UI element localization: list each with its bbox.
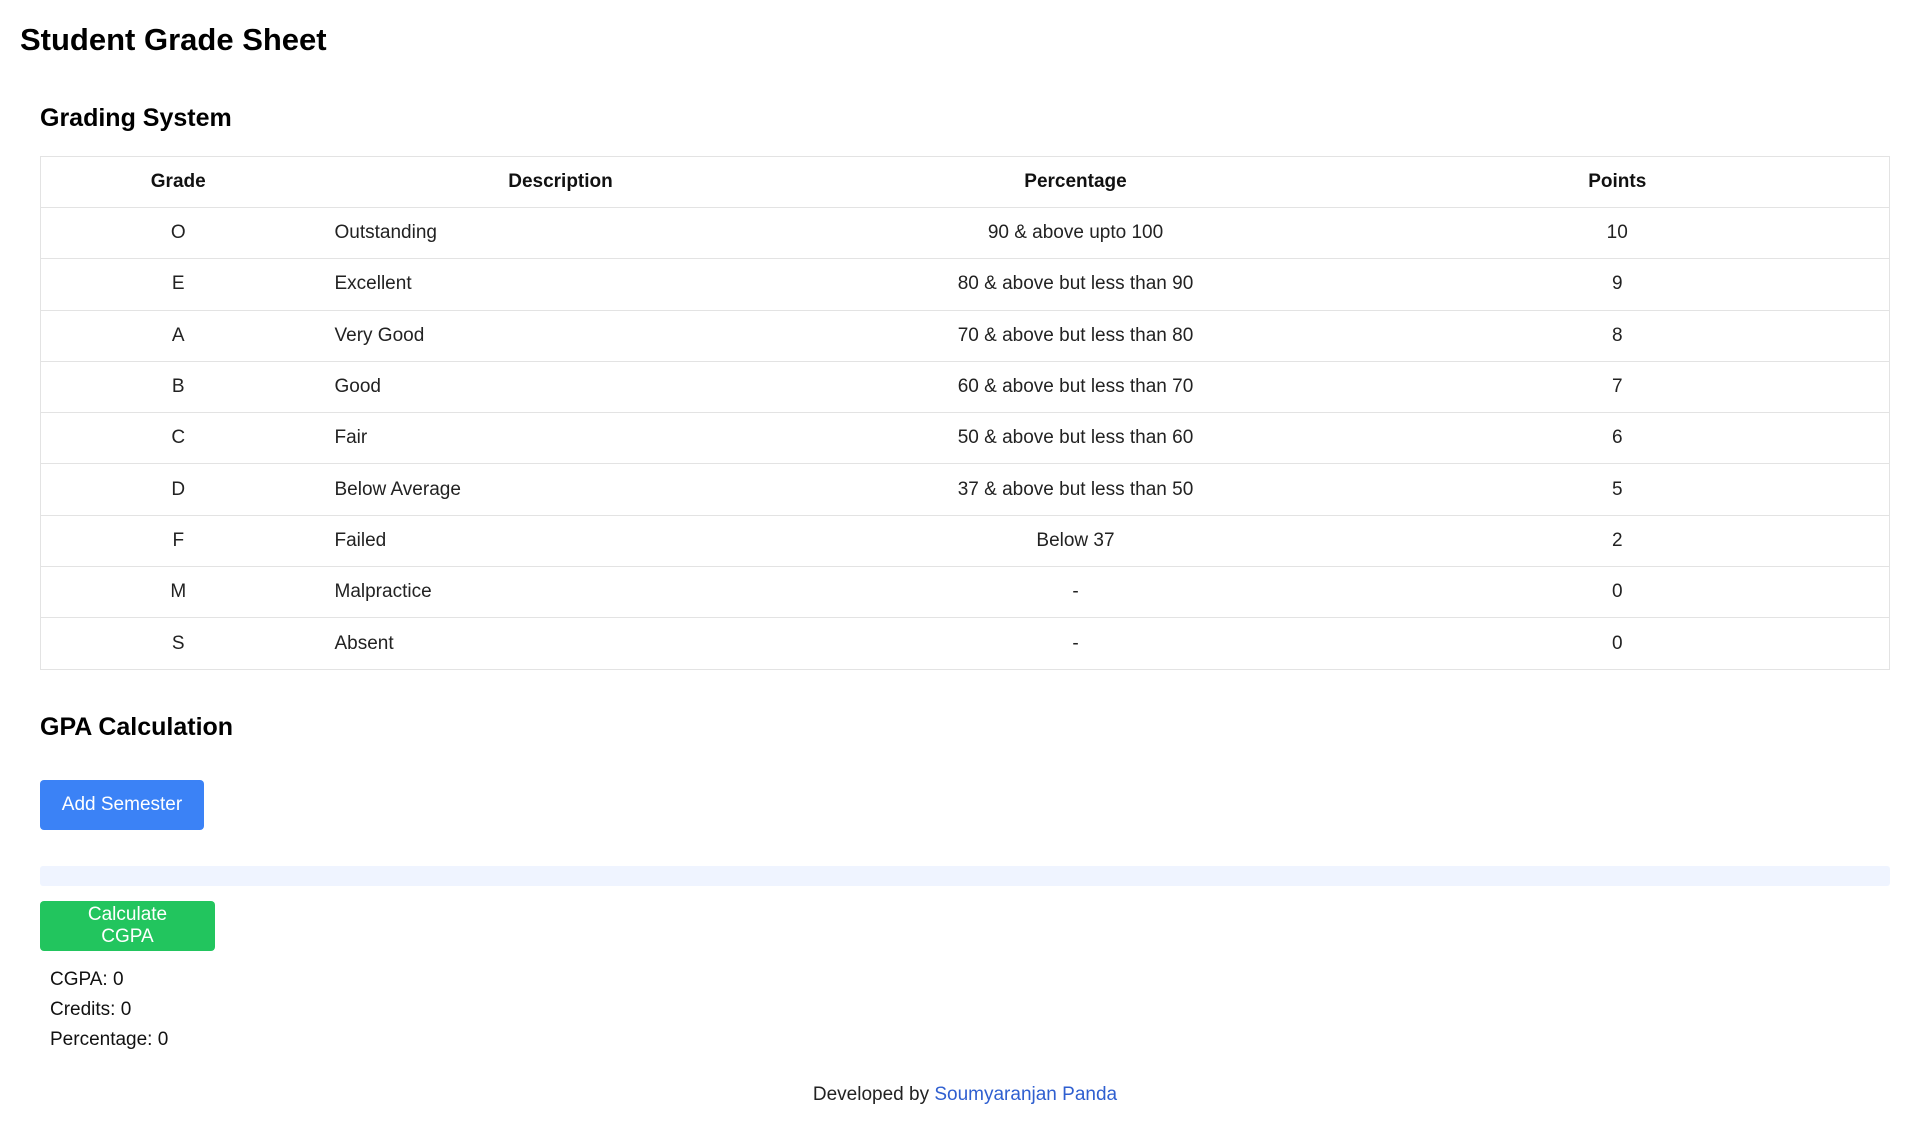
cell-description: Very Good bbox=[315, 309, 806, 362]
page: Student Grade Sheet Grading System Grade… bbox=[0, 0, 1920, 1126]
page-title: Student Grade Sheet bbox=[20, 22, 327, 57]
credits-value: Credits: 0 bbox=[50, 999, 132, 1020]
semesters-container bbox=[40, 866, 1890, 886]
table-row: E Excellent 80 & above but less than 90 … bbox=[40, 258, 1890, 311]
cell-grade: B bbox=[40, 360, 316, 413]
grading-table: Grade Description Percentage Points O Ou… bbox=[40, 156, 1890, 670]
footer-prefix: Developed by bbox=[812, 1084, 930, 1105]
cell-percentage: - bbox=[805, 617, 1346, 670]
cell-description: Fair bbox=[315, 412, 806, 464]
cell-points: 7 bbox=[1345, 360, 1890, 413]
cell-grade: D bbox=[40, 463, 316, 516]
table-row: D Below Average 37 & above but less than… bbox=[40, 463, 1890, 516]
cell-description: Malpractice bbox=[315, 566, 806, 618]
cell-description: Good bbox=[315, 360, 806, 413]
table-row: B Good 60 & above but less than 70 7 bbox=[40, 360, 1890, 413]
cell-points: 0 bbox=[1345, 617, 1890, 670]
table-row: M Malpractice - 0 bbox=[40, 566, 1890, 618]
cell-points: 10 bbox=[1345, 206, 1890, 259]
cell-points: 5 bbox=[1345, 463, 1890, 516]
cell-percentage: 80 & above but less than 90 bbox=[805, 258, 1346, 311]
table-header-row: Grade Description Percentage Points bbox=[40, 156, 1890, 208]
cell-percentage: 50 & above but less than 60 bbox=[805, 412, 1346, 464]
grading-system-title: Grading System bbox=[40, 104, 232, 132]
header-description: Description bbox=[315, 156, 806, 208]
cell-grade: O bbox=[40, 206, 316, 259]
cell-description: Excellent bbox=[315, 258, 806, 311]
table-row: F Failed Below 37 2 bbox=[40, 514, 1890, 567]
cell-description: Absent bbox=[315, 617, 806, 670]
cell-grade: A bbox=[40, 309, 316, 362]
cell-grade: C bbox=[40, 412, 316, 464]
cell-points: 0 bbox=[1345, 566, 1890, 618]
add-semester-button[interactable]: Add Semester bbox=[40, 780, 204, 830]
cell-points: 6 bbox=[1345, 412, 1890, 464]
cell-points: 8 bbox=[1345, 309, 1890, 362]
cell-points: 2 bbox=[1345, 514, 1890, 567]
calculate-cgpa-button[interactable]: Calculate CGPA bbox=[40, 901, 215, 951]
table-row: O Outstanding 90 & above upto 100 10 bbox=[40, 206, 1890, 259]
table-row: C Fair 50 & above but less than 60 6 bbox=[40, 412, 1890, 464]
author-link[interactable]: Soumyaranjan Panda bbox=[934, 1084, 1117, 1105]
cell-grade: M bbox=[40, 566, 316, 618]
cell-grade: F bbox=[40, 514, 316, 567]
gpa-calculation-title: GPA Calculation bbox=[40, 713, 234, 741]
cell-percentage: 70 & above but less than 80 bbox=[805, 309, 1346, 362]
cgpa-value: CGPA: 0 bbox=[50, 969, 124, 990]
header-grade: Grade bbox=[40, 156, 316, 208]
percentage-value: Percentage: 0 bbox=[50, 1029, 169, 1050]
table-row: A Very Good 70 & above but less than 80 … bbox=[40, 309, 1890, 362]
cell-percentage: 90 & above upto 100 bbox=[805, 206, 1346, 259]
cell-percentage: - bbox=[805, 566, 1346, 618]
cell-description: Below Average bbox=[315, 463, 806, 516]
footer: Developed by Soumyaranjan Panda bbox=[0, 1084, 1920, 1106]
table-row: S Absent - 0 bbox=[40, 617, 1890, 670]
cell-percentage: Below 37 bbox=[805, 514, 1346, 567]
header-percentage: Percentage bbox=[805, 156, 1346, 208]
cell-percentage: 37 & above but less than 50 bbox=[805, 463, 1346, 516]
cell-description: Outstanding bbox=[315, 206, 806, 259]
results-panel: CGPA: 0 Credits: 0 Percentage: 0 bbox=[50, 965, 168, 1055]
header-points: Points bbox=[1345, 156, 1890, 208]
cell-grade: S bbox=[40, 617, 316, 670]
cell-percentage: 60 & above but less than 70 bbox=[805, 360, 1346, 413]
cell-description: Failed bbox=[315, 514, 806, 567]
cell-grade: E bbox=[40, 258, 316, 311]
cell-points: 9 bbox=[1345, 258, 1890, 311]
